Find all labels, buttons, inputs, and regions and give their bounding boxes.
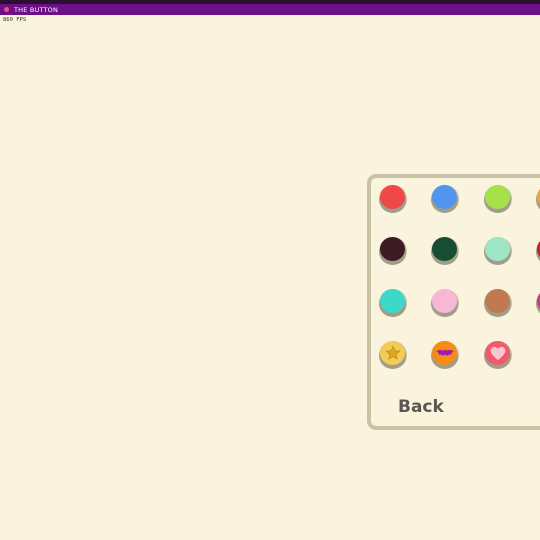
skin-button-mint[interactable] — [484, 237, 512, 265]
skin-button-dark-plum[interactable] — [379, 237, 407, 265]
skin-swatch-dark-plum — [380, 237, 405, 261]
heart-icon — [485, 341, 510, 365]
bat-icon — [432, 341, 457, 365]
skin-swatch-lime — [485, 185, 510, 209]
skin-button-pink[interactable] — [431, 289, 459, 317]
skin-button-turquoise[interactable] — [379, 289, 407, 317]
skin-button-blue[interactable] — [431, 185, 459, 213]
app-icon — [4, 7, 9, 12]
back-button[interactable]: Back — [398, 397, 444, 417]
skin-button-bat[interactable] — [431, 341, 459, 369]
skin-button-lime[interactable] — [484, 185, 512, 213]
skin-button-star[interactable] — [379, 341, 407, 369]
skin-button-red[interactable] — [379, 185, 407, 213]
fps-counter: 860 FPS — [3, 17, 27, 23]
skin-button-copper[interactable] — [484, 289, 512, 317]
skin-swatch-red — [380, 185, 405, 209]
window-title: THE BUTTON — [14, 5, 59, 14]
skin-swatch-blue — [432, 185, 457, 209]
skin-swatch-dark-green — [432, 237, 457, 261]
skin-swatch-turquoise — [380, 289, 405, 313]
star-icon — [380, 341, 405, 365]
window-titlebar[interactable]: THE BUTTON — [0, 4, 540, 15]
skin-swatch-copper — [485, 289, 510, 313]
skin-swatch-pink — [432, 289, 457, 313]
skin-button-heart[interactable] — [484, 341, 512, 369]
skin-button-dark-green[interactable] — [431, 237, 459, 265]
skin-swatch-mint — [485, 237, 510, 261]
